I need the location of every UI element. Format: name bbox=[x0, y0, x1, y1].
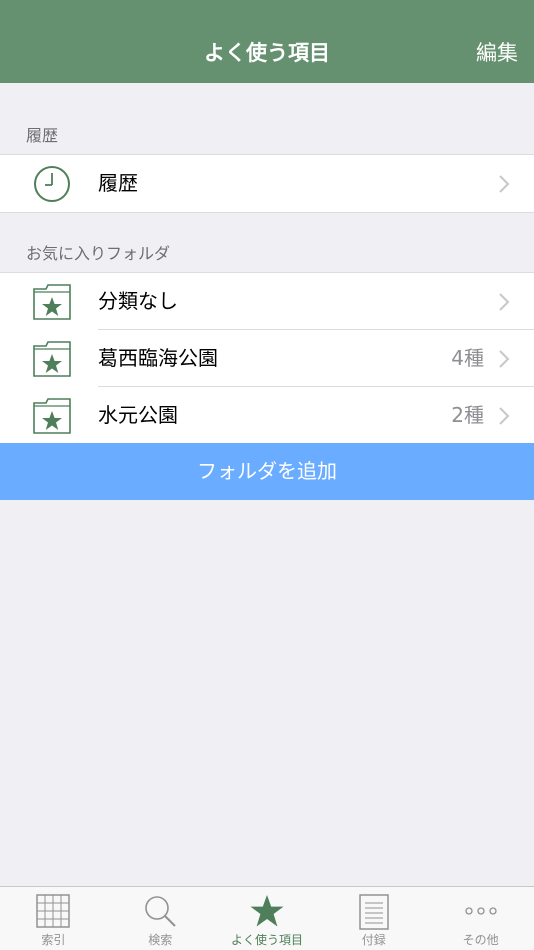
clock-icon bbox=[34, 166, 70, 202]
folder-count: 2種 bbox=[451, 403, 484, 427]
edit-button[interactable]: 編集 bbox=[476, 38, 518, 68]
tab-more[interactable]: その他 bbox=[427, 887, 534, 950]
chevron-right-icon bbox=[499, 407, 510, 425]
tab-index[interactable]: 索引 bbox=[0, 887, 107, 950]
grid-icon bbox=[36, 894, 71, 928]
favorite-folder-row[interactable]: 葛西臨海公園 4種 bbox=[0, 330, 534, 387]
history-group: 履歴 bbox=[0, 154, 534, 213]
tab-search[interactable]: 検索 bbox=[107, 887, 214, 950]
favorites-section-header: お気に入りフォルダ bbox=[26, 244, 171, 263]
favorite-folder-row[interactable]: 水元公園 2種 bbox=[0, 387, 534, 444]
tab-label: 付録 bbox=[361, 933, 386, 947]
tab-favorites[interactable]: よく使う項目 bbox=[214, 887, 321, 950]
document-icon bbox=[359, 894, 389, 930]
tab-label: 検索 bbox=[148, 933, 173, 947]
star-icon bbox=[250, 895, 284, 927]
tab-bar: 索引 検索 よく使う項目 付録 その他 bbox=[0, 886, 534, 950]
chevron-right-icon bbox=[499, 350, 510, 368]
favorite-folder-row[interactable]: 分類なし bbox=[0, 273, 534, 330]
history-label: 履歴 bbox=[98, 171, 138, 195]
history-section-header: 履歴 bbox=[26, 126, 59, 145]
navigation-bar: よく使う項目 編集 bbox=[0, 0, 534, 83]
chevron-right-icon bbox=[499, 175, 510, 193]
chevron-right-icon bbox=[499, 293, 510, 311]
more-dots-icon bbox=[464, 907, 497, 915]
magnifier-icon bbox=[145, 896, 176, 927]
favorites-group: 分類なし 葛西臨海公園 4種 水元公園 2種 bbox=[0, 272, 534, 445]
folder-count: 4種 bbox=[451, 346, 484, 370]
folder-label: 葛西臨海公園 bbox=[98, 346, 218, 370]
tab-label: 索引 bbox=[41, 933, 66, 947]
star-folder-icon bbox=[33, 341, 71, 377]
tab-label: その他 bbox=[462, 933, 499, 947]
tab-appendix[interactable]: 付録 bbox=[320, 887, 427, 950]
history-row[interactable]: 履歴 bbox=[0, 155, 534, 212]
folder-label: 分類なし bbox=[98, 289, 178, 313]
star-folder-icon bbox=[33, 284, 71, 320]
tab-label: よく使う項目 bbox=[230, 933, 303, 947]
page-title: よく使う項目 bbox=[204, 41, 330, 65]
add-folder-button[interactable]: フォルダを追加 bbox=[0, 443, 534, 500]
folder-label: 水元公園 bbox=[98, 403, 178, 427]
star-folder-icon bbox=[33, 398, 71, 434]
